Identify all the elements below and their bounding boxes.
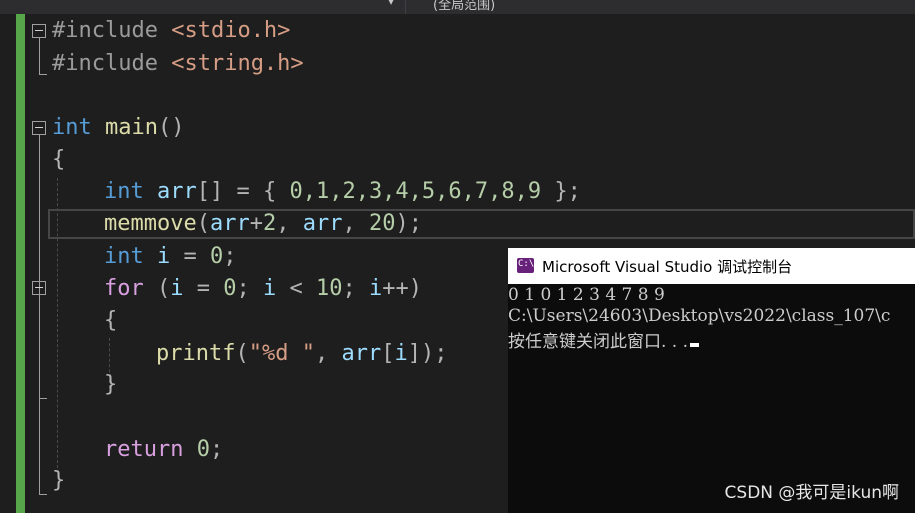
fold-line <box>39 135 40 495</box>
code-line-9[interactable]: for (i = 0; i < 10; i++) <box>104 275 422 303</box>
collapse-main-icon[interactable] <box>32 121 46 135</box>
watermark: CSDN @我可是ikun啊 <box>724 483 899 503</box>
code-line-1[interactable]: #include <stdio.h> <box>52 17 290 45</box>
change-tracking-bar <box>16 14 25 513</box>
code-line-10[interactable]: { <box>104 307 117 335</box>
console-output-line: C:\Users\24603\Desktop\vs2022\class_107\… <box>508 306 891 326</box>
code-line-15[interactable]: } <box>52 467 65 495</box>
chevron-down-icon[interactable]: ▾ <box>388 0 394 8</box>
code-line-7[interactable]: memmove(arr+2, arr, 20); <box>104 210 422 238</box>
visual-studio-console-icon: C:\ <box>517 258 534 273</box>
global-scope-label[interactable]: (全局范围) <box>433 0 495 13</box>
console-title-bar[interactable]: C:\ Microsoft Visual Studio 调试控制台 <box>508 248 915 284</box>
console-output-line: 0 1 0 1 2 3 4 7 8 9 <box>508 285 665 305</box>
editor-navigation-bar: ▾ (全局范围) <box>0 0 915 14</box>
console-output-line: 按任意键关闭此窗口. . . <box>508 327 700 352</box>
code-line-12[interactable]: } <box>104 371 117 399</box>
code-line-14[interactable]: return 0; <box>104 436 223 464</box>
fold-end-tick <box>39 494 47 495</box>
collapse-for-icon[interactable] <box>32 281 46 295</box>
code-line-4[interactable]: int main() <box>52 114 184 142</box>
debug-console-window[interactable]: C:\ Microsoft Visual Studio 调试控制台 0 1 0 … <box>508 248 915 513</box>
code-line-6[interactable]: int arr[] = { 0,1,2,3,4,5,6,7,8,9 }; <box>104 178 581 206</box>
fold-end-tick <box>39 398 47 399</box>
code-line-5[interactable]: { <box>52 146 65 174</box>
collapse-includes-icon[interactable] <box>32 24 46 38</box>
code-line-2[interactable]: #include <string.h> <box>52 50 304 78</box>
file-scope-dropdown[interactable] <box>0 0 406 14</box>
fold-line <box>39 38 40 74</box>
fold-end-tick <box>39 74 47 75</box>
code-line-11[interactable]: printf("%d ", arr[i]); <box>156 340 447 368</box>
console-title: Microsoft Visual Studio 调试控制台 <box>542 258 793 276</box>
code-line-8[interactable]: int i = 0; <box>104 243 237 271</box>
console-cursor <box>690 343 700 347</box>
